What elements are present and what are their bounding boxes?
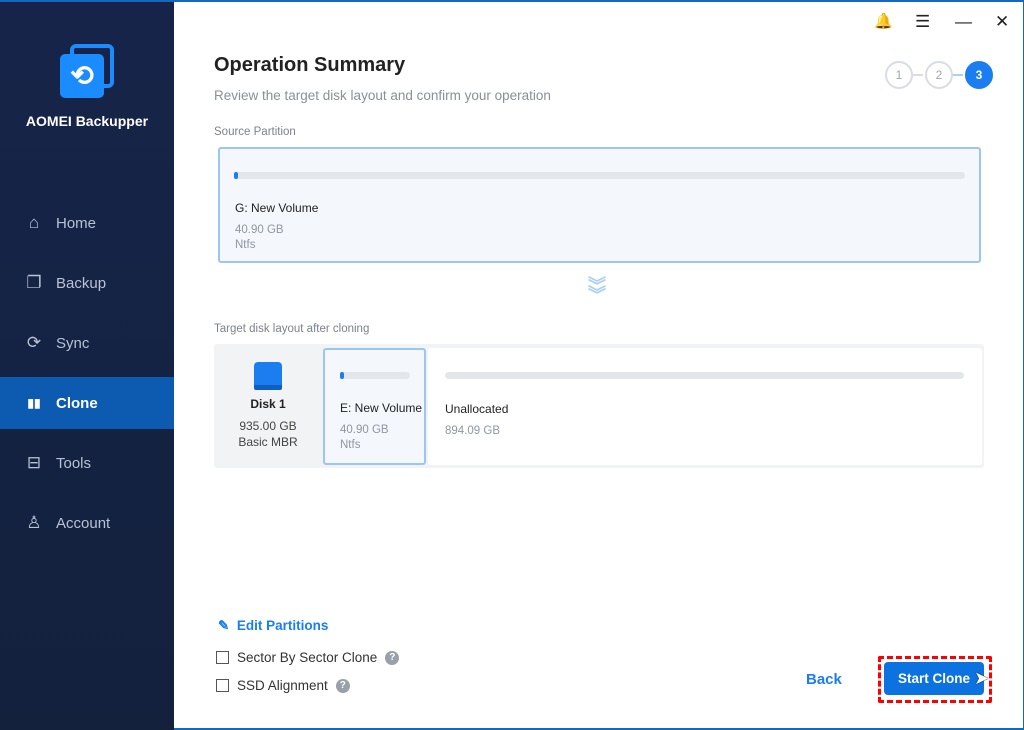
edit-partitions-link[interactable]: ✎ Edit Partitions [218,618,328,634]
menu-icon[interactable]: ☰ [915,12,930,32]
account-icon: ♙ [26,513,42,532]
app-name: AOMEI Backupper [25,113,149,129]
sidebar-item-clone[interactable]: ▮▮ Clone [0,377,174,429]
bell-icon[interactable]: 🔔 [874,12,893,30]
start-clone-button[interactable]: Start Clone [884,662,984,695]
step-2: 2 [925,61,953,89]
sidebar: ⟲ AOMEI Backupper ⌂ Home ❐ Backup ⟳ Sync ▮▮… [0,0,174,730]
disk-icon [254,362,282,390]
disk-name: Disk 1 [250,397,286,411]
usage-bar [340,372,410,379]
sidebar-item-label: Home [56,214,97,232]
partition-name: E: New Volume [340,401,423,415]
partition-fs: Ntfs [235,239,256,251]
close-icon[interactable]: ✕ [995,12,1009,32]
checkbox-label: SSD Alignment [237,678,328,693]
partition-size: 40.90 GB [340,424,389,436]
partition-fs: Ntfs [340,439,361,451]
back-button[interactable]: Back [806,671,842,688]
sidebar-item-label: Sync [56,334,90,352]
checkbox[interactable] [216,679,229,692]
target-disk-layout: Disk 1 935.00 GB Basic MBR E: New Volume… [214,344,984,468]
usage-bar [234,172,965,179]
chevrons-down-icon: ︾ ︾ [588,276,606,305]
disk-type: Basic MBR [238,435,298,449]
sidebar-item-backup[interactable]: ❐ Backup [0,257,174,309]
sidebar-item-home[interactable]: ⌂ Home [0,197,174,249]
sector-by-sector-checkbox[interactable]: Sector By Sector Clone? [216,650,400,665]
sidebar-item-label: Tools [56,454,92,472]
partition-name: G: New Volume [235,201,319,215]
help-icon[interactable]: ? [385,650,400,665]
page-title: Operation Summary [214,54,406,76]
app-logo: ⟲ [58,42,116,100]
page-subtitle: Review the target disk layout and confir… [214,88,551,103]
source-label: Source Partition [214,126,296,138]
partition-e[interactable]: E: New Volume 40.90 GB Ntfs [323,348,426,465]
usage-bar [445,372,964,379]
sidebar-item-sync[interactable]: ⟳ Sync [0,317,174,369]
sidebar-item-label: Backup [56,274,107,292]
target-label: Target disk layout after cloning [214,323,370,335]
sidebar-item-label: Account [56,514,111,532]
step-3: 3 [965,61,993,89]
partition-size: 894.09 GB [445,425,500,437]
partition-name: Unallocated [445,402,509,416]
home-icon: ⌂ [28,213,40,232]
checkbox-label: Sector By Sector Clone [237,650,378,665]
checkbox[interactable] [216,651,229,664]
disk-info: Disk 1 935.00 GB Basic MBR [214,344,322,468]
partition-size: 40.90 GB [235,224,284,236]
backup-icon: ❐ [26,273,42,292]
ssd-alignment-checkbox[interactable]: SSD Alignment? [216,678,350,693]
clone-icon: ▮▮ [27,396,41,410]
edit-partitions-label: Edit Partitions [236,618,329,633]
source-partition-card[interactable]: G: New Volume 40.90 GB Ntfs [218,147,981,263]
sidebar-item-tools[interactable]: ⊟ Tools [0,437,174,489]
tools-icon: ⊟ [26,453,42,472]
disk-size: 935.00 GB [239,419,297,433]
pencil-icon: ✎ [218,618,230,633]
help-icon[interactable]: ? [335,678,350,693]
step-1: 1 [885,61,913,89]
mouse-cursor-icon: ➤ [974,668,990,688]
minimize-icon[interactable]: — [955,12,972,32]
main-panel: 🔔 ☰ — ✕ Operation Summary Review the tar… [174,0,1024,730]
sync-icon: ⟳ [26,333,42,352]
partition-unallocated[interactable]: Unallocated 894.09 GB [428,348,982,465]
sidebar-item-account[interactable]: ♙ Account [0,497,174,549]
sidebar-item-label: Clone [56,394,98,412]
